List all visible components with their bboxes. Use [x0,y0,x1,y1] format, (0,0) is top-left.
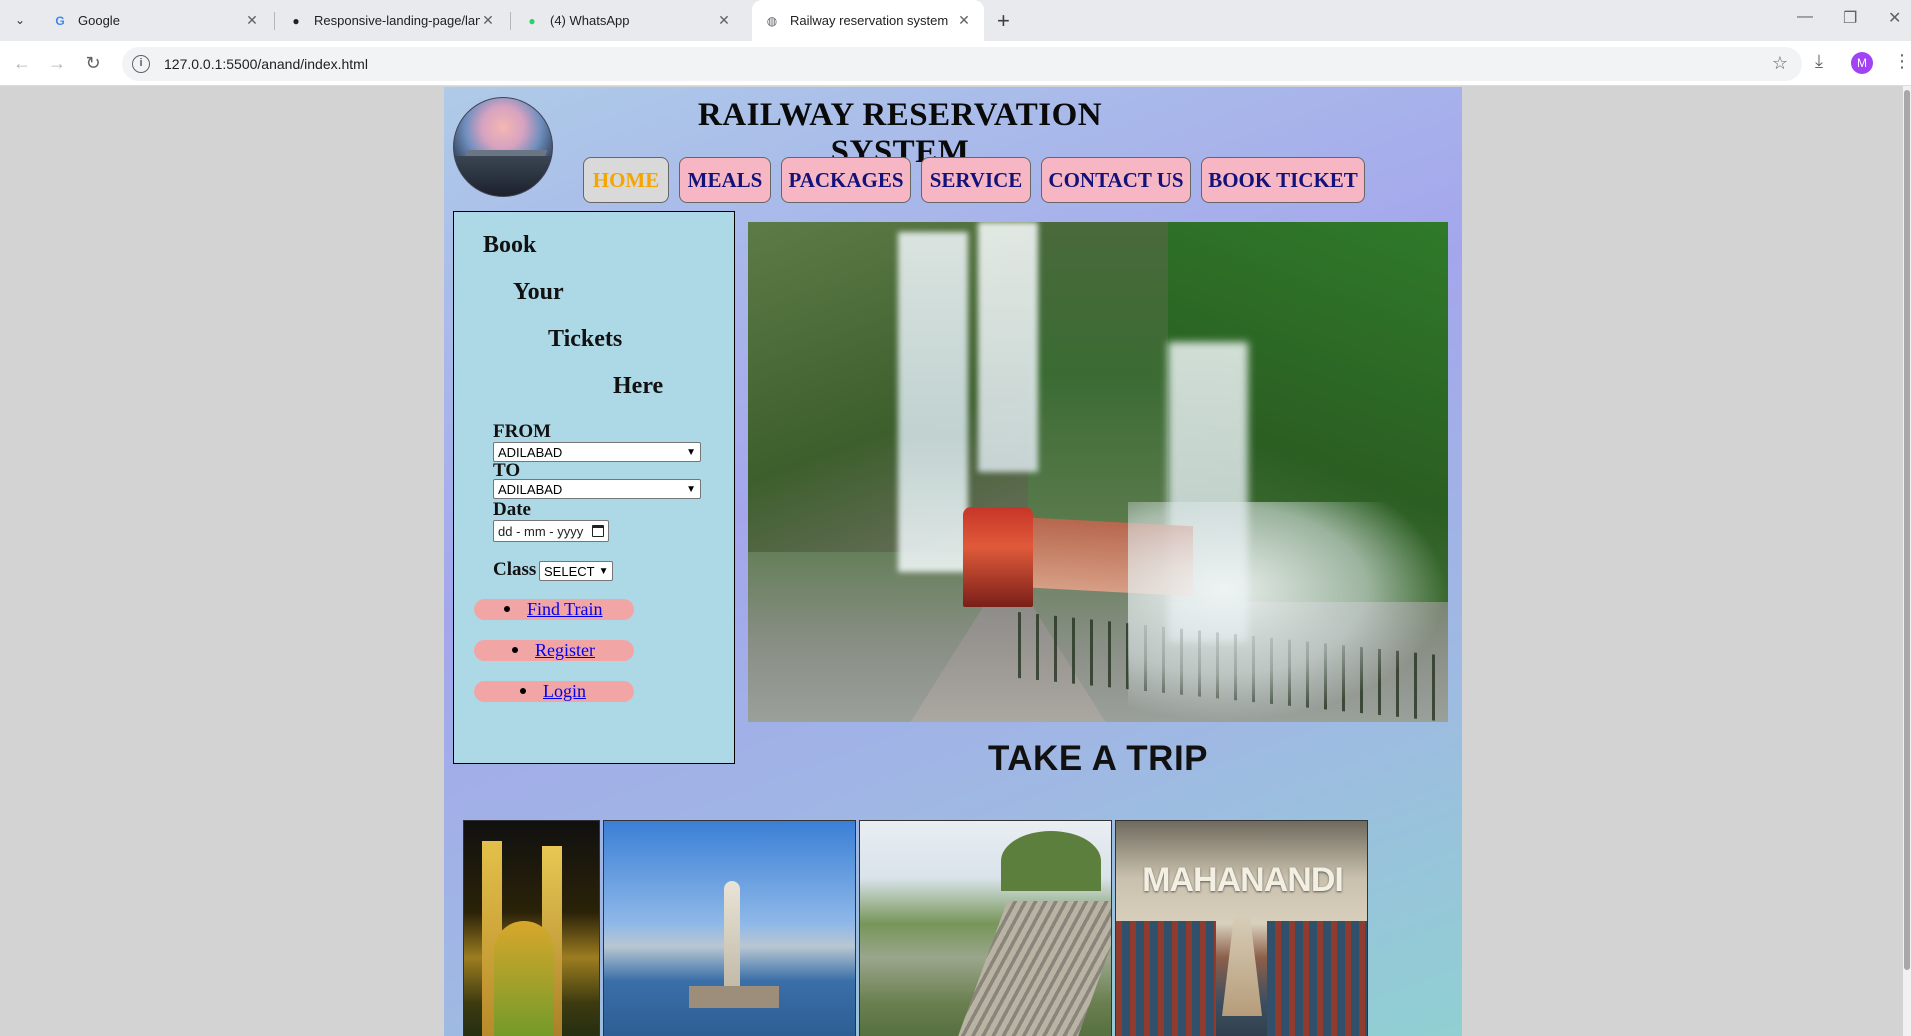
browser-tab-strip: ⌄ G Google ✕ ● Responsive-landing-page/l… [0,0,1911,41]
bookmark-star-icon[interactable]: ☆ [1772,53,1788,74]
dam [952,901,1111,1036]
nav-book-ticket-button[interactable]: BOOK TICKET [1201,157,1365,203]
gallery-image-mahanandi[interactable]: MAHANANDI [1115,820,1368,1036]
google-g-icon: G [55,13,65,28]
close-icon[interactable]: ✕ [244,12,260,29]
download-icon[interactable]: ⤓ [1815,51,1823,72]
logo-platform [454,156,552,196]
chevron-down-icon: ▼ [598,565,609,577]
tab-google[interactable]: G Google ✕ [40,0,272,41]
nav-service-button[interactable]: SERVICE [921,157,1031,203]
pillars [1267,921,1367,1036]
forward-arrow-icon[interactable]: → [45,51,69,75]
tab-separator [274,12,275,30]
gallery-image-buddha-statue[interactable] [603,820,856,1036]
tab-railway[interactable]: ◍ Railway reservation system ✕ [752,0,984,41]
bullet-icon [504,606,510,612]
gallery-caption: MAHANANDI [1142,861,1344,899]
nav-meals-button[interactable]: MEALS [679,157,771,203]
bullet-icon [520,688,526,694]
bullet-icon [512,647,518,653]
page-viewport: RAILWAY RESERVATION SYSTEM HOME MEALS PA… [0,86,1911,1036]
chevron-down-icon: ▼ [686,446,696,458]
date-input[interactable]: dd - mm - yyyy [493,520,609,542]
reload-icon[interactable]: ↻ [81,51,105,75]
nav-home-button[interactable]: HOME [583,157,669,203]
close-icon[interactable]: ✕ [956,12,972,29]
statue-base [689,986,779,1008]
site-container: RAILWAY RESERVATION SYSTEM HOME MEALS PA… [444,87,1462,1036]
calendar-icon[interactable] [592,525,604,537]
to-select-value: ADILABAD [498,481,563,497]
hill [1001,831,1101,891]
site-info-icon[interactable]: i [132,55,150,73]
from-label: FROM [493,421,552,442]
tab-title: Railway reservation system [790,13,949,28]
tab-search-icon[interactable]: ⌄ [10,10,30,30]
register-item: Register [474,640,634,661]
booking-heading-word: Here [613,373,664,399]
gallery-image-charminar[interactable] [463,820,600,1036]
restore-icon[interactable]: ❐ [1843,8,1857,28]
gallery-image-barrage[interactable] [859,820,1112,1036]
close-icon[interactable]: ✕ [716,12,732,29]
tab-title: (4) WhatsApp [550,13,630,28]
date-label: Date [493,499,531,520]
address-bar[interactable]: i 127.0.0.1:5500/anand/index.html ☆ [122,47,1802,81]
chevron-down-icon: ▼ [686,483,696,495]
login-item: Login [474,681,634,702]
new-tab-plus-icon[interactable]: + [997,8,1010,34]
tab-whatsapp[interactable]: ● (4) WhatsApp ✕ [512,0,744,41]
kebab-menu-icon[interactable]: ⋮ [1893,51,1911,72]
booking-heading-word: Tickets [548,326,623,352]
class-select[interactable]: SELECT ▼ [539,561,613,581]
main-nav: HOME MEALS PACKAGES SERVICE CONTACT US B… [583,157,1365,203]
mist [1128,502,1448,722]
github-icon: ● [292,13,300,28]
login-link[interactable]: Login [543,681,586,702]
tab-github[interactable]: ● Responsive-landing-page/landi ✕ [276,0,508,41]
waterfall [978,222,1038,472]
register-link[interactable]: Register [535,640,595,661]
booking-panel: Book Your Tickets Here FROM ADILABAD ▼ TO… [453,211,735,764]
tab-title: Responsive-landing-page/landi [314,13,480,28]
profile-avatar[interactable]: M [1851,52,1873,74]
browser-toolbar: ← → ↻ i 127.0.0.1:5500/anand/index.html … [0,41,1911,86]
site-logo [453,97,553,197]
class-label: Class [493,559,537,580]
tab-title: Google [78,13,120,28]
tab-separator [510,12,511,30]
find-train-item: Find Train [474,599,634,620]
page-scrollbar[interactable] [1903,86,1911,1036]
close-icon[interactable]: ✕ [480,12,496,29]
from-select-value: ADILABAD [498,444,563,460]
nav-packages-button[interactable]: PACKAGES [781,157,911,203]
pillars [1116,921,1216,1036]
globe-icon: ◍ [766,13,778,28]
statue [724,881,740,996]
scrollbar-thumb[interactable] [1904,90,1910,970]
arch [494,921,554,1036]
date-placeholder: dd - mm - yyyy [498,523,584,539]
whatsapp-icon: ● [528,13,536,28]
waterfall [898,232,968,572]
nav-contact-button[interactable]: CONTACT US [1041,157,1191,203]
window-close-icon[interactable]: ✕ [1888,8,1901,28]
from-select[interactable]: ADILABAD ▼ [493,442,701,462]
back-arrow-icon[interactable]: ← [10,51,34,75]
locomotive [963,507,1033,607]
booking-heading-word: Book [483,232,537,258]
find-train-link[interactable]: Find Train [527,599,603,620]
take-a-trip-heading: TAKE A TRIP [987,739,1209,778]
booking-heading-word: Your [513,279,564,305]
url-text[interactable]: 127.0.0.1:5500/anand/index.html [164,56,368,72]
minimize-icon[interactable]: — [1797,8,1813,26]
class-select-value: SELECT [544,563,595,579]
waterfall-train-image [748,222,1448,722]
to-select[interactable]: ADILABAD ▼ [493,479,701,499]
temple-tower [1222,916,1262,1016]
